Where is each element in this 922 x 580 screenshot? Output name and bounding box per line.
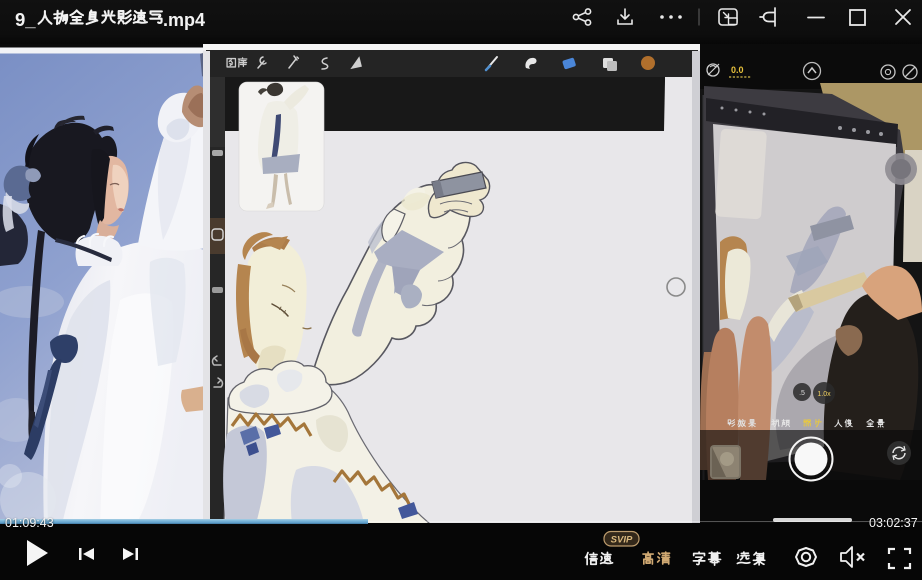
svg-text:.mp4: .mp4 xyxy=(163,10,205,30)
svg-text:1.0x: 1.0x xyxy=(817,391,831,398)
svg-text:.5: .5 xyxy=(799,390,805,397)
svg-text:9_: 9_ xyxy=(15,9,36,30)
svg-text:SVIP: SVIP xyxy=(611,535,633,546)
svg-text:0.0: 0.0 xyxy=(731,65,744,75)
